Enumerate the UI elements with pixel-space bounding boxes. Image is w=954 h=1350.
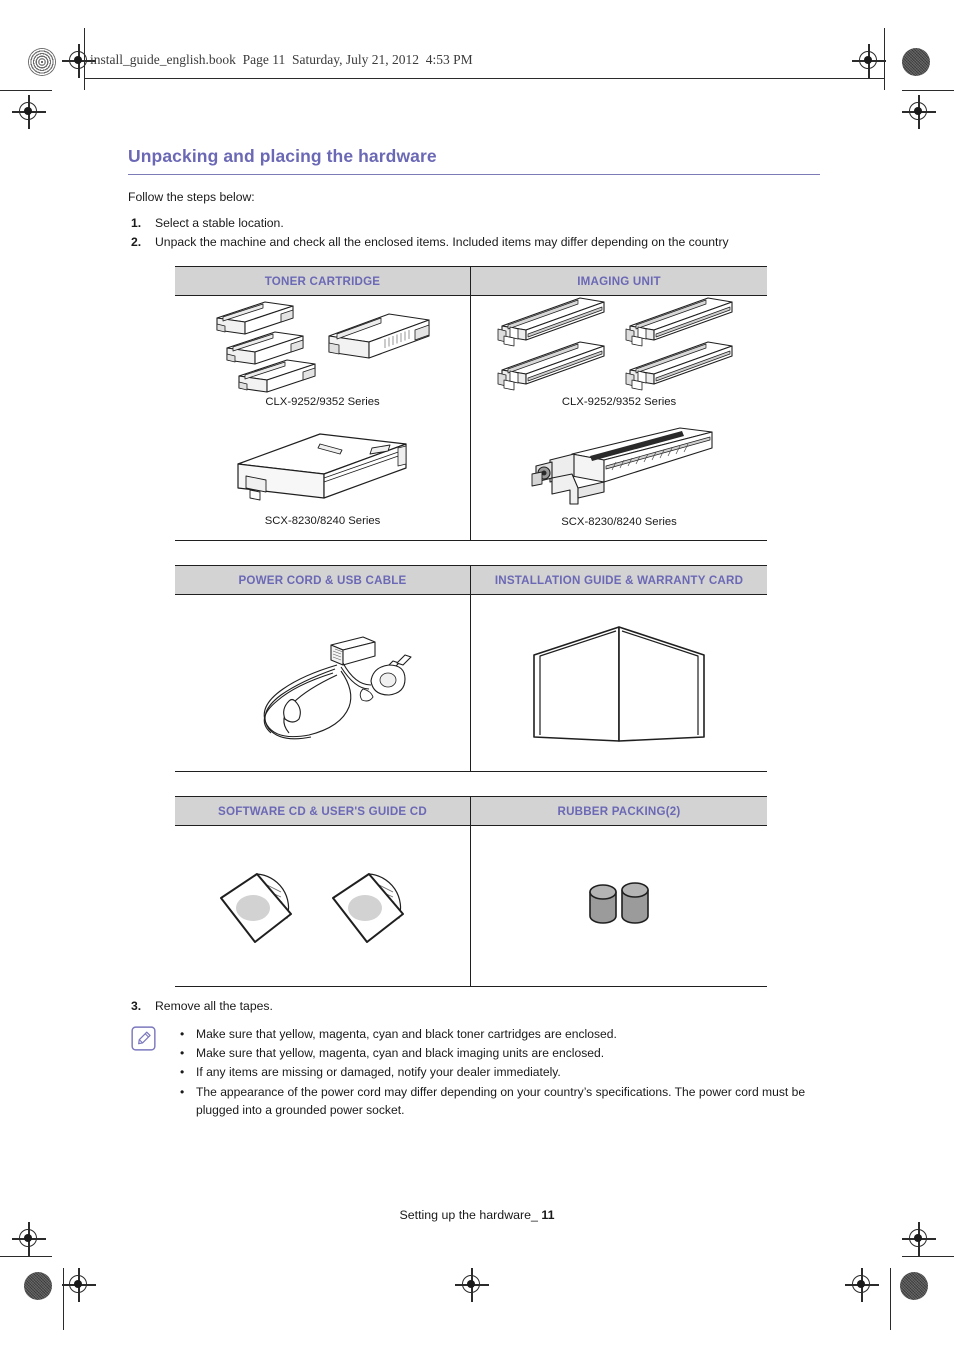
cell-cd-sleeves (175, 826, 471, 987)
column-header-software-cd: SOFTWARE CD & USER'S GUIDE CD (175, 797, 471, 826)
column-header-rubber-packing: RUBBER PACKING(2) (557, 805, 681, 819)
page-content: Unpacking and placing the hardware Follo… (128, 146, 820, 1120)
column-header-imaging-unit: IMAGING UNIT (577, 275, 661, 289)
bullet-glyph: • (180, 1084, 185, 1099)
step-item-2: 2. Unpack the machine and check all the … (128, 233, 820, 251)
table-row (175, 595, 767, 772)
note-bullet-text: Make sure that yellow, magenta, cyan and… (196, 1026, 617, 1041)
registration-mark-bottom-left (62, 1268, 96, 1302)
note-bullet-item: • If any items are missing or damaged, n… (175, 1063, 820, 1081)
bullet-glyph: • (180, 1065, 185, 1080)
step-number: 3. (131, 999, 142, 1014)
toner-cartridge-group-clx-icon (215, 301, 430, 393)
trim-mark-bottom-right-h (902, 1256, 954, 1258)
registration-mark-top-right (852, 44, 886, 78)
halftone-target-top-left (28, 48, 56, 76)
bullet-glyph: • (180, 1045, 185, 1060)
note-block: • Make sure that yellow, magenta, cyan a… (128, 1025, 820, 1120)
step-text: Remove all the tapes. (155, 999, 273, 1014)
note-bullet-item: • The appearance of the power cord may d… (175, 1083, 820, 1120)
rubber-packing-icon (589, 882, 649, 925)
imaging-unit-group-clx-icon (497, 297, 733, 391)
cell-toner-cartridge-clx: CLX-9252/9352 Series (175, 296, 471, 421)
halftone-target-bottom-left (24, 1272, 52, 1300)
column-header-installation-guide: INSTALLATION GUIDE & WARRANTY CARD (494, 574, 744, 588)
step-item-3: 3. Remove all the tapes. (128, 997, 820, 1015)
lead-text: Follow the steps below: (128, 190, 255, 204)
column-header-toner-cartridge: TONER CARTRIDGE (175, 267, 471, 296)
registration-mark-upper-right (902, 95, 936, 129)
halftone-target-bottom-right (900, 1272, 928, 1300)
step-number: 1. (131, 215, 142, 230)
figure-caption: CLX-9252/9352 Series (265, 396, 380, 409)
figure-caption: CLX-9252/9352 Series (561, 396, 677, 409)
cd-sleeves-icon (219, 873, 404, 944)
table-row (175, 826, 767, 987)
bullet-glyph: • (180, 1026, 185, 1041)
file-header-line: install_guide_english.book Page 11 Satur… (90, 52, 473, 67)
step-text: Select a stable location. (155, 215, 284, 230)
table-header-row: POWER CORD & USB CABLE INSTALLATION GUID… (175, 566, 767, 596)
step-number: 2. (131, 234, 142, 249)
imaging-unit-scx-icon (531, 427, 713, 505)
column-header-power-cord-usb: POWER CORD & USB CABLE (175, 566, 471, 595)
note-bullet-list: • Make sure that yellow, magenta, cyan a… (175, 1025, 820, 1120)
note-bullet-item: • Make sure that yellow, magenta, cyan a… (175, 1025, 820, 1043)
table-row: CLX-9252/9352 Series CLX-9252/9352 Serie… (175, 296, 767, 421)
table-header-row: SOFTWARE CD & USER'S GUIDE CD RUBBER PAC… (175, 797, 767, 827)
cell-imaging-unit-clx: CLX-9252/9352 Series (471, 296, 767, 420)
registration-mark-upper-left (12, 95, 46, 129)
page-footer: Setting up the hardware_ 11 (0, 1208, 954, 1222)
toner-cartridge-scx-icon (237, 433, 407, 501)
power-cord-icon (263, 636, 412, 740)
table-header-row: TONER CARTRIDGE IMAGING UNIT (175, 267, 767, 297)
installation-guide-booklet-icon (533, 626, 705, 743)
steps-list: 1. Select a stable location. 2. Unpack t… (128, 214, 820, 252)
note-bullet-text: The appearance of the power cord may dif… (196, 1084, 806, 1118)
note-pencil-icon (131, 1026, 156, 1051)
items-table-cord-guide: POWER CORD & USB CABLE INSTALLATION GUID… (175, 565, 767, 773)
footer-label: Setting up the hardware_ (399, 1208, 538, 1222)
step-item-1: 1. Select a stable location. (128, 214, 820, 232)
cell-toner-cartridge-scx: SCX-8230/8240 Series (175, 420, 471, 541)
trim-mark-top-right-v (884, 28, 886, 90)
cell-power-cord (175, 595, 471, 772)
cell-rubber-packing (471, 826, 767, 986)
table-row: SCX-8230/8240 Series SCX-8230/8240 Serie… (175, 420, 767, 541)
cell-installation-guide (471, 595, 767, 771)
cell-imaging-unit-scx: SCX-8230/8240 Series (471, 420, 767, 540)
items-table-toner-imaging: TONER CARTRIDGE IMAGING UNIT CLX-9252/93… (175, 266, 767, 542)
note-bullet-text: If any items are missing or damaged, not… (196, 1065, 561, 1080)
page-title: Unpacking and placing the hardware (128, 146, 437, 166)
footer-page-number: 11 (541, 1208, 555, 1222)
registration-mark-bottom-center (455, 1268, 489, 1302)
halftone-target-top-right (902, 48, 930, 76)
note-bullet-text: Make sure that yellow, magenta, cyan and… (196, 1045, 605, 1060)
figure-caption: SCX-8230/8240 Series (264, 515, 381, 528)
trim-mark-top-left-v (84, 28, 86, 90)
registration-mark-lower-right (902, 1222, 936, 1256)
header-divider (84, 78, 884, 79)
title-underline (128, 174, 820, 175)
registration-mark-bottom-right (845, 1268, 879, 1302)
trim-mark-left-h (0, 90, 52, 92)
trim-mark-bottom-left-v (63, 1268, 65, 1330)
trim-mark-right-h (902, 90, 954, 92)
trim-mark-bottom-right-v (890, 1268, 892, 1330)
items-table-cd-rubber: SOFTWARE CD & USER'S GUIDE CD RUBBER PAC… (175, 796, 767, 988)
registration-mark-lower-left (12, 1222, 46, 1256)
note-bullet-item: • Make sure that yellow, magenta, cyan a… (175, 1044, 820, 1062)
step-text: Unpack the machine and check all the enc… (155, 234, 729, 249)
trim-mark-bottom-left-h (0, 1256, 52, 1258)
figure-caption: SCX-8230/8240 Series (561, 516, 677, 529)
